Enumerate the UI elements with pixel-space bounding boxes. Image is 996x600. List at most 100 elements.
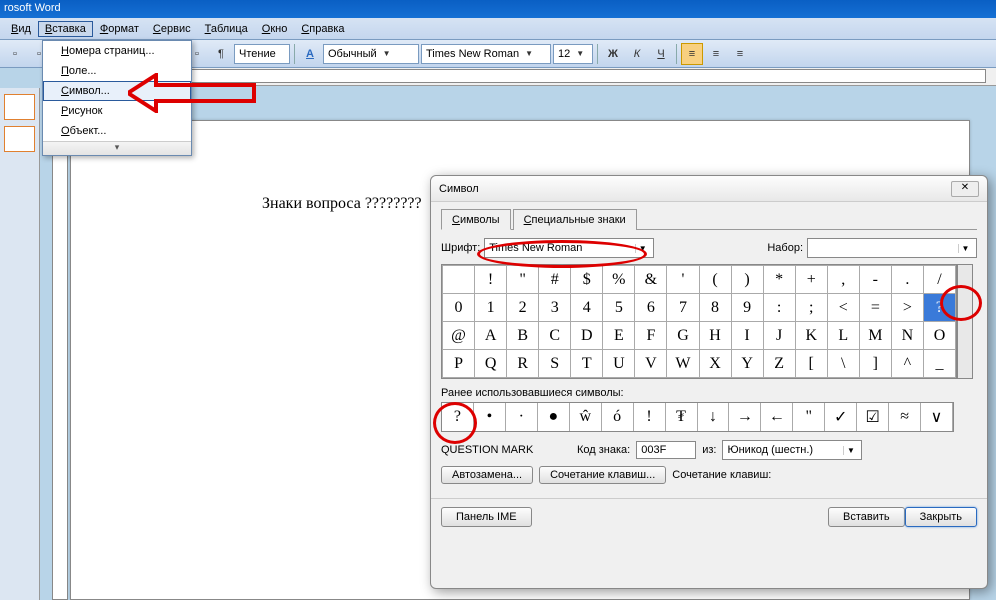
shortcut-button[interactable]: Сочетание клавиш... (539, 466, 666, 484)
recent-symbol-cell[interactable]: · (506, 403, 538, 431)
symbol-cell[interactable]: ! (475, 266, 507, 294)
symbol-cell[interactable]: G (667, 322, 699, 350)
symbol-cell[interactable]: < (827, 294, 859, 322)
recent-symbol-cell[interactable]: • (474, 403, 506, 431)
symbol-cell[interactable]: S (539, 350, 571, 378)
toolbar-btn[interactable]: ▫ (4, 43, 26, 65)
recent-symbol-cell[interactable]: ☑ (857, 403, 889, 431)
symbol-cell[interactable]: N (891, 322, 923, 350)
tab-0[interactable]: Символы (441, 209, 511, 230)
code-input[interactable] (636, 441, 696, 459)
menu-вид[interactable]: Вид (4, 21, 38, 37)
symbol-cell[interactable]: @ (443, 322, 475, 350)
style-combo[interactable]: Обычный▼ (323, 44, 419, 64)
symbol-cell[interactable]: & (635, 266, 667, 294)
symbol-cell[interactable]: J (763, 322, 795, 350)
symbol-cell[interactable]: X (699, 350, 731, 378)
underline-btn[interactable]: Ч (650, 43, 672, 65)
symbol-cell[interactable]: ) (731, 266, 763, 294)
bold-btn[interactable]: Ж (602, 43, 624, 65)
symbol-cell[interactable]: 0 (443, 294, 475, 322)
symbol-cell[interactable]: 7 (667, 294, 699, 322)
close-icon[interactable]: ✕ (951, 181, 979, 197)
recent-symbol-cell[interactable]: ! (634, 403, 666, 431)
ime-panel-button[interactable]: Панель IME (441, 507, 532, 527)
menu-вставка[interactable]: Вставка (38, 21, 93, 37)
symbol-cell[interactable]: M (859, 322, 891, 350)
menu-сервис[interactable]: Сервис (146, 21, 198, 37)
symbol-cell[interactable]: L (827, 322, 859, 350)
symbol-cell[interactable]: Z (763, 350, 795, 378)
symbol-cell[interactable]: 2 (507, 294, 539, 322)
symbol-cell[interactable]: + (795, 266, 827, 294)
close-button[interactable]: Закрыть (905, 507, 977, 527)
slide-thumb[interactable] (4, 94, 35, 120)
grid-scrollbar[interactable] (957, 264, 973, 379)
symbol-cell[interactable]: ( (699, 266, 731, 294)
recent-symbols[interactable]: ?•·●ŵó!₮↓→←"✓☑≈∨ (441, 402, 954, 432)
symbol-cell[interactable]: " (507, 266, 539, 294)
symbol-cell[interactable]: A (475, 322, 507, 350)
symbol-cell[interactable]: O (923, 322, 955, 350)
font-combo[interactable]: Times New Roman▼ (421, 44, 551, 64)
symbol-cell[interactable]: 9 (731, 294, 763, 322)
symbol-cell[interactable] (443, 266, 475, 294)
symbol-cell[interactable]: 6 (635, 294, 667, 322)
align-left-icon[interactable]: ≡ (681, 43, 703, 65)
symbol-cell[interactable]: P (443, 350, 475, 378)
recent-symbol-cell[interactable]: ó (602, 403, 634, 431)
symbol-cell[interactable]: ] (859, 350, 891, 378)
slide-thumb[interactable] (4, 126, 35, 152)
align-right-icon[interactable]: ≡ (729, 43, 751, 65)
size-combo[interactable]: 12▼ (553, 44, 593, 64)
symbol-cell[interactable]: K (795, 322, 827, 350)
recent-symbol-cell[interactable]: → (729, 403, 761, 431)
symbol-cell[interactable]: D (571, 322, 603, 350)
symbol-cell[interactable]: V (635, 350, 667, 378)
symbol-grid[interactable]: !"#$%&'()*+,-./0123456789:;<=>?@ABCDEFGH… (441, 264, 957, 379)
menu-item[interactable]: Объект... (43, 121, 191, 141)
symbol-cell[interactable]: . (891, 266, 923, 294)
recent-symbol-cell[interactable]: ← (761, 403, 793, 431)
symbol-cell[interactable]: ^ (891, 350, 923, 378)
symbol-cell[interactable]: T (571, 350, 603, 378)
symbol-cell[interactable]: 3 (539, 294, 571, 322)
symbol-cell[interactable]: ; (795, 294, 827, 322)
symbol-cell[interactable]: ? (923, 294, 955, 322)
symbol-cell[interactable]: 1 (475, 294, 507, 322)
font-color-icon[interactable]: A (299, 43, 321, 65)
symbol-cell[interactable]: $ (571, 266, 603, 294)
align-center-icon[interactable]: ≡ (705, 43, 727, 65)
symbol-cell[interactable]: > (891, 294, 923, 322)
recent-symbol-cell[interactable]: ∨ (921, 403, 953, 431)
symbol-cell[interactable]: Q (475, 350, 507, 378)
symbol-cell[interactable]: E (603, 322, 635, 350)
symbol-cell[interactable]: / (923, 266, 955, 294)
symbol-cell[interactable]: H (699, 322, 731, 350)
symbol-cell[interactable]: , (827, 266, 859, 294)
menu-формат[interactable]: Формат (93, 21, 146, 37)
autocorrect-button[interactable]: Автозамена... (441, 466, 533, 484)
menu-окно[interactable]: Окно (255, 21, 295, 37)
recent-symbol-cell[interactable]: ↓ (698, 403, 730, 431)
menu-item[interactable]: Номера страниц... (43, 41, 191, 61)
font-select[interactable]: Times New Roman▼ (484, 238, 654, 258)
symbol-cell[interactable]: 4 (571, 294, 603, 322)
recent-symbol-cell[interactable]: ● (538, 403, 570, 431)
symbol-cell[interactable]: R (507, 350, 539, 378)
recent-symbol-cell[interactable]: ≈ (889, 403, 921, 431)
symbol-cell[interactable]: I (731, 322, 763, 350)
symbol-cell[interactable]: * (763, 266, 795, 294)
reading-mode[interactable]: Чтение (234, 44, 290, 64)
menu-справка[interactable]: Справка (294, 21, 351, 37)
italic-btn[interactable]: К (626, 43, 648, 65)
symbol-cell[interactable]: B (507, 322, 539, 350)
symbol-cell[interactable]: % (603, 266, 635, 294)
symbol-cell[interactable]: - (859, 266, 891, 294)
recent-symbol-cell[interactable]: ₮ (666, 403, 698, 431)
symbol-cell[interactable]: \ (827, 350, 859, 378)
symbol-cell[interactable]: Y (731, 350, 763, 378)
menu-таблица[interactable]: Таблица (198, 21, 255, 37)
symbol-cell[interactable]: ' (667, 266, 699, 294)
symbol-cell[interactable]: U (603, 350, 635, 378)
